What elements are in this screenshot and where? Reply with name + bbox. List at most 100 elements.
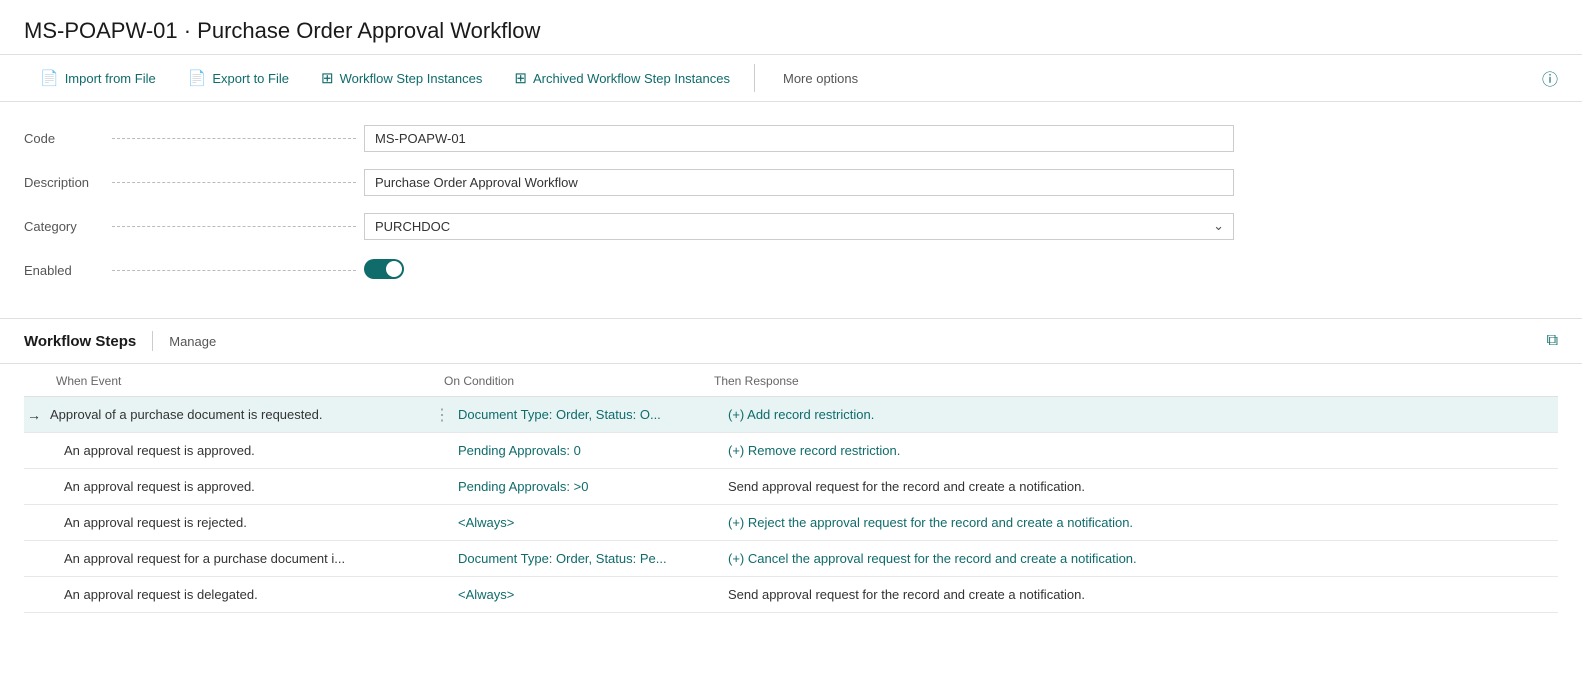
on-cell: Pending Approvals: >0 (452, 469, 722, 504)
when-cell: An approval request is approved. (44, 469, 432, 504)
on-text: Pending Approvals: >0 (458, 479, 588, 494)
then-cell: Send approval request for the record and… (722, 577, 1558, 612)
drag-handle-icon: ⋮ (432, 577, 452, 612)
code-input[interactable] (364, 125, 1234, 152)
enabled-dots (112, 270, 356, 271)
code-label: Code (24, 131, 104, 146)
on-text: Pending Approvals: 0 (458, 443, 581, 458)
drag-handle-icon: ⋮ (432, 433, 452, 468)
on-text: <Always> (458, 587, 514, 602)
description-label-wrap: Description (24, 175, 364, 190)
category-label-wrap: Category (24, 219, 364, 234)
category-select[interactable]: PURCHDOC (364, 213, 1234, 240)
code-row: Code (24, 122, 1558, 154)
then-text: Send approval request for the record and… (728, 587, 1085, 602)
table-row[interactable]: An approval request is approved. ⋮ Pendi… (24, 469, 1558, 505)
row-arrow-icon (24, 505, 44, 540)
when-cell: An approval request is delegated. (44, 577, 432, 612)
enabled-label-wrap: Enabled (24, 263, 364, 278)
more-options-button[interactable]: More options (767, 55, 874, 101)
description-row: Description (24, 166, 1558, 198)
when-cell: Approval of a purchase document is reque… (44, 397, 432, 432)
category-control: PURCHDOC ⌄ (364, 213, 1234, 240)
toolbar-separator (754, 64, 755, 92)
category-select-wrap: PURCHDOC ⌄ (364, 213, 1234, 240)
row-arrow-icon (24, 469, 44, 504)
category-row: Category PURCHDOC ⌄ (24, 210, 1558, 242)
table-row[interactable]: An approval request is delegated. ⋮ <Alw… (24, 577, 1558, 613)
table-row[interactable]: An approval request for a purchase docum… (24, 541, 1558, 577)
enabled-row: Enabled (24, 254, 1558, 286)
table-area: When Event On Condition Then Response → … (0, 364, 1582, 613)
archived-workflow-button[interactable]: ⊞ Archived Workflow Step Instances (498, 55, 746, 101)
table-icon-1: ⊞ (321, 69, 334, 87)
workflow-step-instances-button[interactable]: ⊞ Workflow Step Instances (305, 55, 498, 101)
then-text: (+) Remove record restriction. (728, 443, 900, 458)
drag-handle-icon[interactable]: ⋮ (432, 397, 452, 432)
description-control (364, 169, 1234, 196)
manage-button[interactable]: Manage (169, 334, 216, 349)
table-row[interactable]: An approval request is rejected. ⋮ <Alwa… (24, 505, 1558, 541)
workflow-steps-header: Workflow Steps Manage ⧉ (0, 319, 1582, 364)
when-text: An approval request is approved. (64, 443, 255, 458)
row-arrow-icon (24, 541, 44, 576)
page-title: MS-POAPW-01 · Purchase Order Approval Wo… (24, 18, 1558, 44)
table-header: When Event On Condition Then Response (24, 364, 1558, 396)
on-text: <Always> (458, 515, 514, 530)
row-arrow-icon (24, 577, 44, 612)
description-label: Description (24, 175, 104, 190)
toggle-thumb (386, 261, 402, 277)
export-to-file-button[interactable]: 📄 Export to File (172, 55, 305, 101)
import-icon: 📄 (40, 69, 59, 87)
drag-handle-icon: ⋮ (432, 541, 452, 576)
description-input[interactable] (364, 169, 1234, 196)
form-area: Code Description Category PURCHDOC ⌄ (0, 102, 1582, 319)
when-text: An approval request is delegated. (64, 587, 258, 602)
table-row[interactable]: An approval request is approved. ⋮ Pendi… (24, 433, 1558, 469)
export-label: Export to File (212, 71, 289, 86)
code-control (364, 125, 1234, 152)
workflow-step-label: Workflow Step Instances (340, 71, 483, 86)
on-cell: <Always> (452, 505, 722, 540)
then-cell: (+) Add record restriction. (722, 397, 1558, 432)
when-event-header: When Event (24, 374, 444, 388)
when-text: An approval request is approved. (64, 479, 255, 494)
then-text: (+) Add record restriction. (728, 407, 874, 422)
export-icon: 📄 (188, 69, 207, 87)
then-response-header: Then Response (714, 374, 1558, 388)
when-text: Approval of a purchase document is reque… (50, 407, 322, 422)
enabled-control (364, 259, 1234, 282)
enabled-label: Enabled (24, 263, 104, 278)
code-dots (112, 138, 356, 139)
table-body: → Approval of a purchase document is req… (24, 396, 1558, 613)
on-cell: Pending Approvals: 0 (452, 433, 722, 468)
table-row[interactable]: → Approval of a purchase document is req… (24, 397, 1558, 433)
workflow-steps-separator (152, 331, 153, 351)
row-arrow-icon (24, 433, 44, 468)
page-header: MS-POAPW-01 · Purchase Order Approval Wo… (0, 0, 1582, 54)
code-label-wrap: Code (24, 131, 364, 146)
on-condition-header: On Condition (444, 374, 714, 388)
then-cell: (+) Remove record restriction. (722, 433, 1558, 468)
expand-icon[interactable]: ⧉ (1547, 332, 1558, 350)
import-label: Import from File (65, 71, 156, 86)
then-text: (+) Reject the approval request for the … (728, 515, 1133, 530)
info-icon: ⓘ (1542, 72, 1558, 89)
on-cell: Document Type: Order, Status: Pe... (452, 541, 722, 576)
then-text: (+) Cancel the approval request for the … (728, 551, 1137, 566)
on-text: Document Type: Order, Status: O... (458, 407, 661, 422)
category-dots (112, 226, 356, 227)
enabled-toggle[interactable] (364, 259, 404, 279)
more-options-label: More options (783, 71, 858, 86)
archived-label: Archived Workflow Step Instances (533, 71, 730, 86)
then-cell: Send approval request for the record and… (722, 469, 1558, 504)
category-label: Category (24, 219, 104, 234)
import-from-file-button[interactable]: 📄 Import from File (24, 55, 172, 101)
on-text: Document Type: Order, Status: Pe... (458, 551, 667, 566)
info-button[interactable]: ⓘ (1542, 66, 1558, 90)
when-cell: An approval request is rejected. (44, 505, 432, 540)
when-cell: An approval request is approved. (44, 433, 432, 468)
when-text: An approval request is rejected. (64, 515, 247, 530)
workflow-steps-title: Workflow Steps (24, 333, 136, 350)
table-icon-2: ⊞ (514, 69, 527, 87)
